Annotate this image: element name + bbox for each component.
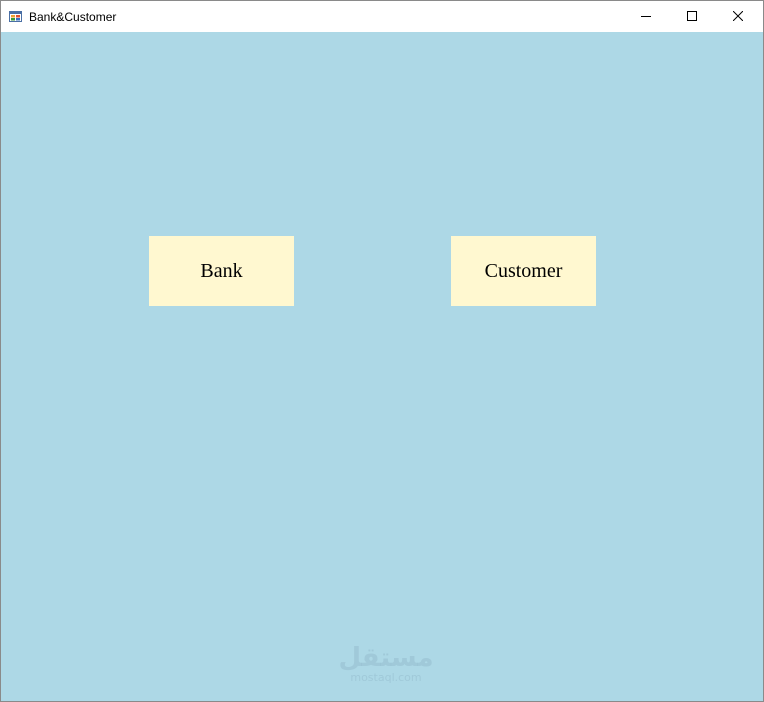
maximize-button[interactable] [669,1,715,32]
close-icon [732,8,744,26]
form-client-area: Bank Customer مستقل mostaql.com [1,32,763,701]
watermark: مستقل mostaql.com [331,644,441,684]
window-title: Bank&Customer [29,10,117,24]
customer-button[interactable]: Customer [451,236,596,306]
form-app-icon [9,9,23,23]
minimize-button[interactable] [623,1,669,32]
title-bar[interactable]: Bank&Customer [1,1,763,32]
minimize-icon [641,8,651,26]
watermark-url: mostaql.com [350,671,422,684]
close-button[interactable] [715,1,761,32]
watermark-logo-text: مستقل [338,643,434,673]
app-window: Bank&Customer Bank Customer مستقل mostaq… [0,0,764,702]
maximize-icon [687,8,697,26]
bank-button[interactable]: Bank [149,236,294,306]
